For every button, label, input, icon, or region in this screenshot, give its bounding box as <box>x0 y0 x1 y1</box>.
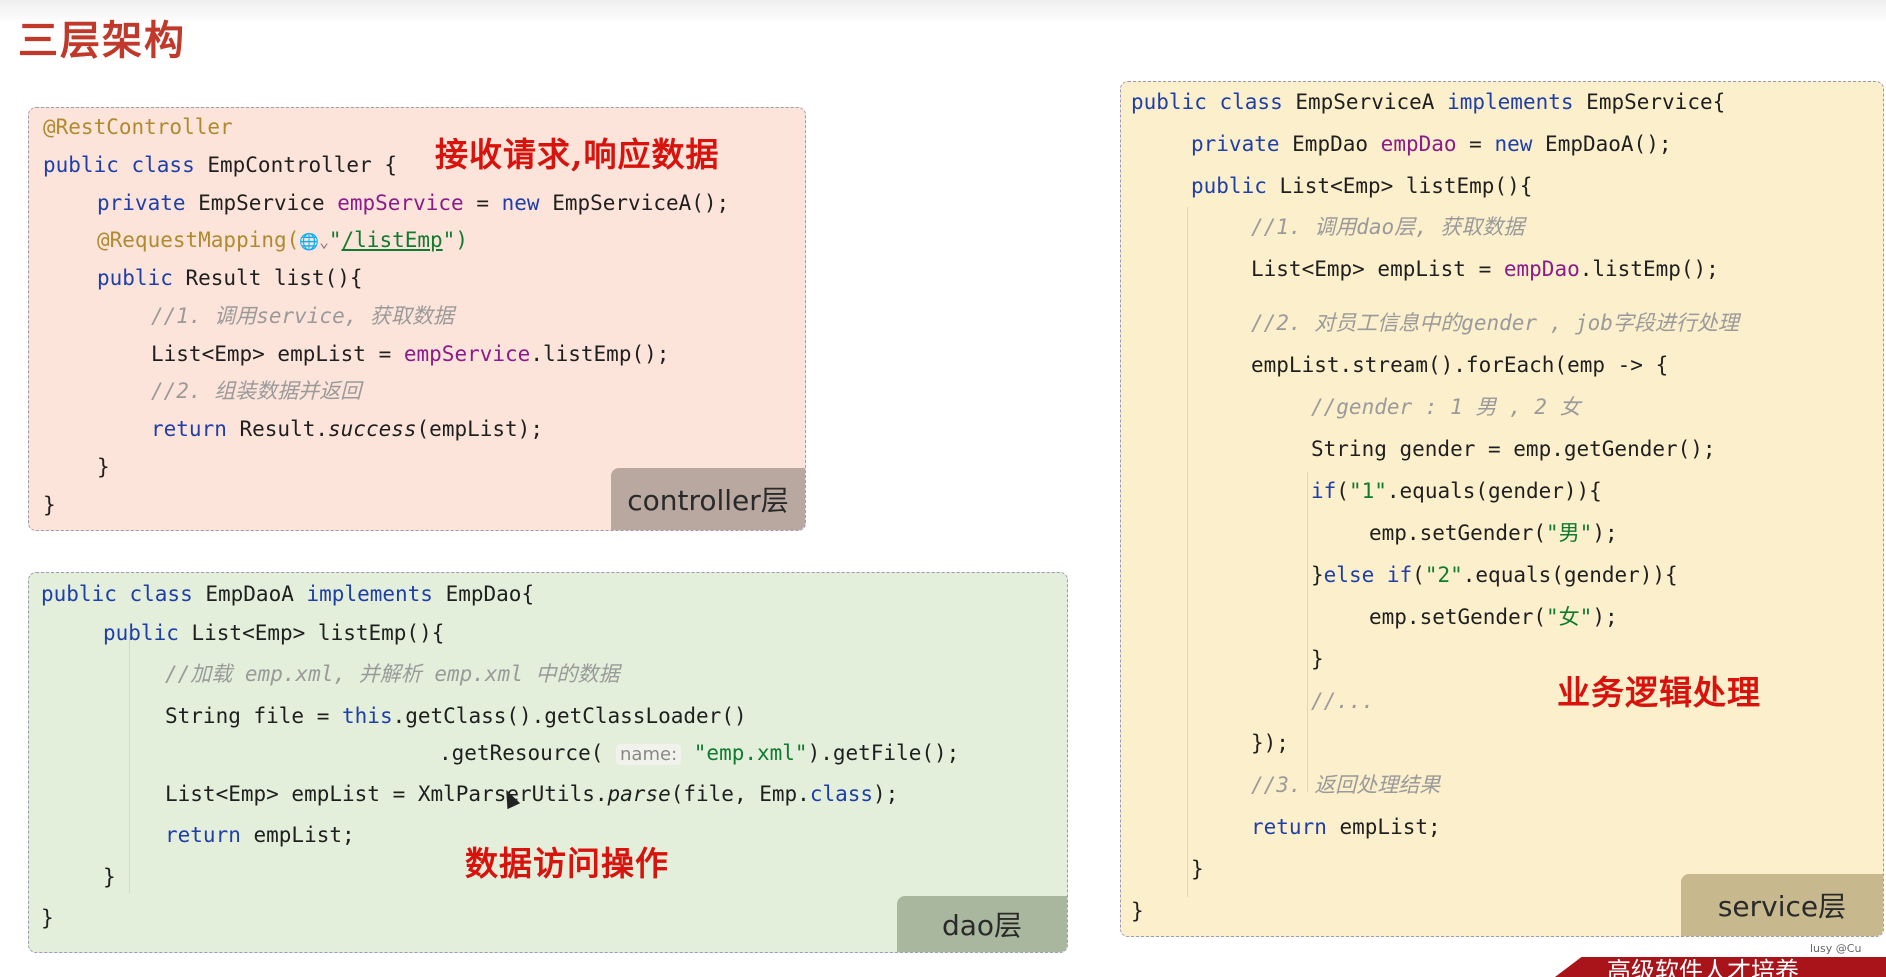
code-line: return empList; <box>1251 815 1441 839</box>
code-comment: //3. 返回处理结果 <box>1251 773 1441 797</box>
service-annotation: 业务逻辑处理 <box>1557 673 1761 712</box>
dao-code-panel: public class EmpDaoA implements EmpDao{ … <box>28 572 1068 953</box>
code-line: private EmpService empService = new EmpS… <box>97 191 730 215</box>
code-line: @RestController <box>43 115 233 139</box>
code-comment: //2. 对员工信息中的gender , job字段进行处理 <box>1251 311 1739 335</box>
code-line: String file = this.getClass().getClassLo… <box>165 704 747 728</box>
code-comment: //gender : 1 男 , 2 女 <box>1311 395 1581 419</box>
indent-guide <box>1187 207 1188 897</box>
code-line: if("1".equals(gender)){ <box>1311 479 1602 503</box>
controller-layer-label: controller层 <box>611 468 805 530</box>
code-line: } <box>1311 647 1324 671</box>
code-line: public class EmpController { <box>43 153 398 177</box>
code-line: List<Emp> empList = XmlParserUtils.parse… <box>165 782 899 806</box>
controller-code-block: @RestController public class EmpControll… <box>29 108 729 517</box>
request-mapping-url-link[interactable]: /listEmp <box>342 228 443 252</box>
code-line: @RequestMapping(🌐⌄"/listEmp") <box>97 228 468 252</box>
code-line: public class EmpDaoA implements EmpDao{ <box>41 582 535 606</box>
code-line: public List<Emp> listEmp(){ <box>103 621 445 645</box>
code-line: } <box>1131 899 1144 923</box>
code-line: emp.setGender("男"); <box>1369 521 1618 545</box>
dao-layer-label: dao层 <box>897 896 1067 952</box>
code-line: empList.stream().forEach(emp -> { <box>1251 353 1669 377</box>
code-line: private EmpDao empDao = new EmpDaoA(); <box>1191 132 1672 156</box>
code-line: List<Emp> empList = empService.listEmp()… <box>151 342 670 366</box>
code-line: } <box>43 493 56 517</box>
dao-annotation: 数据访问操作 <box>465 844 669 883</box>
code-line: } <box>103 865 116 889</box>
code-line: return Result.success(empList); <box>151 417 543 441</box>
service-layer-label: service层 <box>1681 874 1883 936</box>
dao-code-block: public class EmpDaoA implements EmpDao{ … <box>29 573 959 930</box>
footer-banner: 高级软件人才培养 <box>1555 957 1886 977</box>
watermark: lusy @Cu <box>1810 942 1862 955</box>
code-comment: //1. 调用service, 获取数据 <box>151 304 455 328</box>
code-line: List<Emp> empList = empDao.listEmp(); <box>1251 257 1719 281</box>
controller-annotation: 接收请求,响应数据 <box>435 135 720 174</box>
code-line: public class EmpServiceA implements EmpS… <box>1131 90 1726 114</box>
globe-icon: 🌐⌄ <box>299 232 329 251</box>
code-line: } <box>41 906 54 930</box>
code-comment: //2. 组装数据并返回 <box>151 379 362 403</box>
code-line: } <box>97 455 110 479</box>
code-line: }); <box>1251 731 1289 755</box>
slide-title: 三层架构 <box>18 18 186 64</box>
slide-top-band <box>0 0 1886 24</box>
service-code-block: public class EmpServiceA implements EmpS… <box>1121 82 1739 923</box>
code-line: return empList; <box>165 823 355 847</box>
controller-code-panel: @RestController public class EmpControll… <box>28 107 806 531</box>
code-line: public List<Emp> listEmp(){ <box>1191 174 1533 198</box>
code-line: emp.setGender("女"); <box>1369 605 1618 629</box>
parameter-hint: name: <box>616 744 682 765</box>
code-line: String gender = emp.getGender(); <box>1311 437 1716 461</box>
code-comment: //1. 调用dao层, 获取数据 <box>1251 215 1525 239</box>
code-line: public Result list(){ <box>97 266 363 290</box>
code-line: }else if("2".equals(gender)){ <box>1311 563 1678 587</box>
indent-guide <box>1307 472 1308 792</box>
indent-guide <box>129 633 130 893</box>
code-comment: //... <box>1311 689 1375 713</box>
code-line: } <box>1191 857 1204 881</box>
code-line: .getResource( name: "emp.xml").getFile()… <box>439 741 960 765</box>
service-code-panel: public class EmpServiceA implements EmpS… <box>1120 81 1884 937</box>
code-comment: //加载 emp.xml, 并解析 emp.xml 中的数据 <box>165 662 620 686</box>
